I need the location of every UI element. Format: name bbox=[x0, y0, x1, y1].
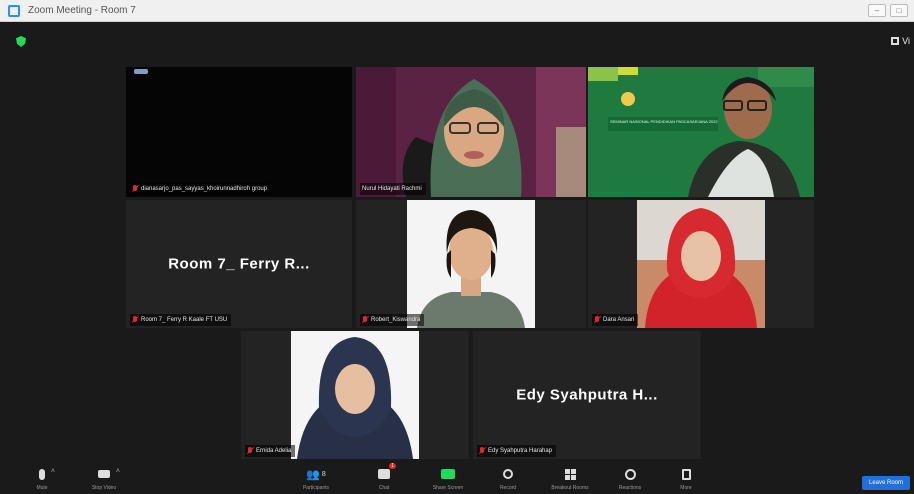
video-camera-icon bbox=[98, 470, 110, 478]
zoom-app-icon bbox=[8, 4, 20, 17]
mute-label: Mute bbox=[36, 485, 48, 491]
participant-photo bbox=[291, 331, 419, 459]
more-icon bbox=[681, 468, 691, 480]
more-label: More bbox=[680, 485, 692, 491]
participant-nametag: Nurul Hidayati Rachmi bbox=[360, 183, 426, 195]
people-icon: 👥 bbox=[306, 468, 320, 481]
mic-muted-icon bbox=[362, 316, 368, 324]
video-tile-p4[interactable]: Room 7_ Ferry R... Room 7_ Ferry R Kaale… bbox=[126, 200, 352, 328]
participant-nametag: Edy Syahputra Harahap bbox=[477, 445, 557, 457]
more-button[interactable]: More bbox=[656, 466, 716, 491]
share-screen-button[interactable]: Share Screen bbox=[418, 466, 478, 491]
mic-muted-icon bbox=[594, 316, 600, 324]
stop-video-label: Stop Video bbox=[91, 485, 117, 491]
record-icon bbox=[503, 469, 513, 479]
partial-icon bbox=[134, 69, 148, 74]
video-tile-p7[interactable]: Ernida Adelia bbox=[241, 331, 469, 459]
chat-badge: 1 bbox=[389, 463, 396, 469]
participant-nametag: Room 7_ Ferry R Kaale FT USU bbox=[130, 314, 232, 326]
mic-muted-icon bbox=[247, 447, 253, 455]
reactions-label: Reactions bbox=[618, 485, 642, 491]
breakout-grid-icon bbox=[564, 468, 576, 480]
participant-name: Dara Ansari bbox=[603, 317, 635, 323]
participant-photo bbox=[407, 200, 535, 328]
video-tile-p5[interactable]: Robert_Kiswandra bbox=[356, 200, 586, 328]
share-screen-icon bbox=[441, 469, 455, 479]
smiley-icon bbox=[624, 468, 636, 480]
stop-video-button[interactable]: ˄ Stop Video bbox=[74, 466, 134, 491]
participant-display-name: Room 7_ Ferry R... bbox=[168, 255, 310, 273]
window-controls: – □ bbox=[868, 4, 908, 17]
window-titlebar: Zoom Meeting - Room 7 – □ bbox=[0, 0, 914, 22]
participants-button[interactable]: 👥 8 Participants bbox=[286, 466, 346, 492]
reactions-button[interactable]: Reactions bbox=[600, 466, 660, 491]
participant-name: Edy Syahputra Harahap bbox=[488, 448, 553, 454]
window-title: Zoom Meeting - Room 7 bbox=[28, 5, 136, 16]
participant-name: Room 7_ Ferry R Kaale FT USU bbox=[141, 317, 228, 323]
participant-nametag: Ernida Adelia bbox=[245, 445, 296, 457]
grid-view-icon bbox=[891, 37, 900, 45]
video-tile-p6[interactable]: Dara Ansari bbox=[588, 200, 814, 328]
mic-muted-icon bbox=[132, 316, 138, 324]
banner-text: SEMINAR NASIONAL PENDIDIKAN PASCASARJANA… bbox=[610, 119, 718, 124]
record-button[interactable]: Record bbox=[478, 466, 538, 491]
breakout-rooms-label: Breakout Rooms bbox=[551, 485, 589, 491]
mute-button[interactable]: ˄ Mute bbox=[12, 466, 72, 491]
participant-video bbox=[356, 67, 586, 197]
view-button-label: Vi bbox=[902, 36, 910, 46]
minimize-button[interactable]: – bbox=[868, 4, 886, 17]
record-label: Record bbox=[499, 485, 517, 491]
chat-label: Chat bbox=[378, 485, 390, 491]
mic-muted-icon bbox=[479, 447, 485, 455]
participant-display-name: Edy Syahputra H... bbox=[516, 386, 658, 404]
participant-photo bbox=[637, 200, 765, 328]
participant-video bbox=[588, 67, 814, 197]
view-toggle-button[interactable]: Vi bbox=[891, 36, 910, 46]
chat-bubble-icon bbox=[378, 469, 390, 479]
participant-nametag: Robert_Kiswandra bbox=[360, 314, 425, 326]
video-tile-p8[interactable]: Edy Syahputra H... Edy Syahputra Harahap bbox=[473, 331, 701, 459]
breakout-rooms-button[interactable]: Breakout Rooms bbox=[540, 466, 600, 491]
maximize-button[interactable]: □ bbox=[890, 4, 908, 17]
leave-room-button[interactable]: Leave Room bbox=[862, 476, 910, 490]
chevron-up-icon[interactable]: ˄ bbox=[51, 468, 55, 475]
mic-muted-icon bbox=[132, 185, 138, 193]
participants-label: Participants bbox=[302, 485, 330, 491]
participant-name: Ernida Adelia bbox=[256, 448, 292, 454]
share-screen-label: Share Screen bbox=[432, 485, 464, 491]
microphone-icon bbox=[39, 468, 45, 480]
participants-count: 8 bbox=[321, 470, 326, 478]
participant-name: Nurul Hidayati Rachmi bbox=[362, 186, 422, 192]
chevron-up-icon[interactable]: ˄ bbox=[116, 468, 120, 475]
participant-name: dianasarjo_pas_sayyas_khoirunnadhiroh gr… bbox=[141, 186, 268, 192]
participant-nametag: dianasarjo_pas_sayyas_khoirunnadhiroh gr… bbox=[130, 183, 272, 195]
chat-button[interactable]: 1 Chat bbox=[354, 463, 414, 491]
video-tile-p3[interactable]: SEMINAR NASIONAL PENDIDIKAN PASCASARJANA… bbox=[588, 67, 814, 197]
video-tile-p1[interactable]: dianasarjo_pas_sayyas_khoirunnadhiroh gr… bbox=[126, 67, 352, 197]
participant-name: Robert_Kiswandra bbox=[371, 317, 421, 323]
participant-nametag: Dara Ansari bbox=[592, 314, 639, 326]
video-tile-p2[interactable]: Nurul Hidayati Rachmi bbox=[356, 67, 586, 197]
